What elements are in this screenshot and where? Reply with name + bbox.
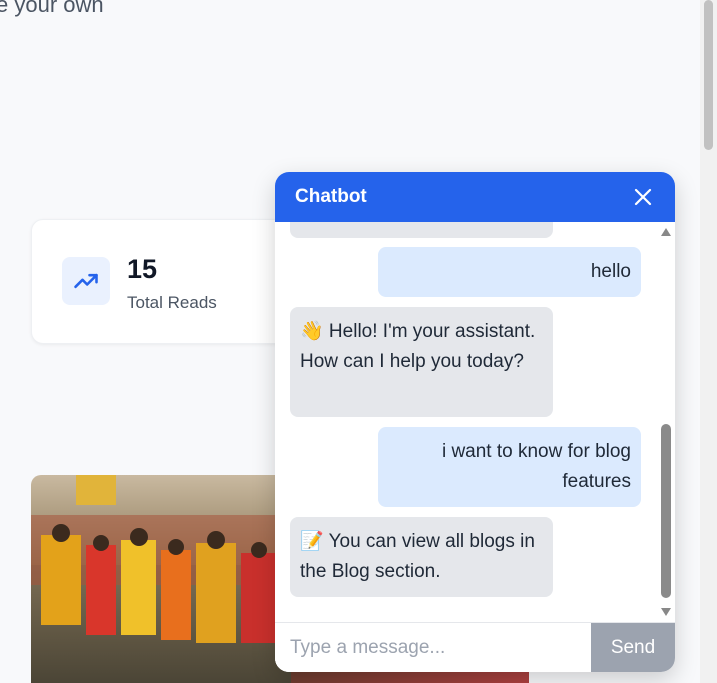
- scroll-down-arrow-icon[interactable]: [661, 608, 671, 616]
- blog-card-image[interactable]: [31, 475, 291, 683]
- chatbot-window: Chatbot hello 👋 Hello! I'm your assistan…: [275, 172, 675, 672]
- send-button[interactable]: Send: [591, 623, 675, 672]
- stat-card-total-reads: 15 Total Reads: [31, 219, 293, 344]
- user-message: i want to know for blog features: [378, 427, 641, 507]
- user-message: hello: [378, 247, 641, 297]
- page-scrollbar[interactable]: [700, 0, 717, 683]
- chat-scrollbar[interactable]: [658, 222, 674, 622]
- bot-message: 📝 You can view all blogs in the Blog sec…: [290, 517, 553, 597]
- close-icon[interactable]: [633, 187, 653, 207]
- hero-text: e your own: [0, 0, 104, 17]
- page-scroll-thumb[interactable]: [704, 0, 713, 150]
- message-input[interactable]: [275, 623, 591, 672]
- chat-scroll-thumb[interactable]: [661, 424, 671, 598]
- stat-value: 15: [127, 254, 158, 284]
- scroll-up-arrow-icon[interactable]: [661, 228, 671, 236]
- chatbot-header: Chatbot: [275, 172, 675, 222]
- chat-footer: Send: [275, 622, 675, 672]
- stat-label: Total Reads: [127, 293, 217, 312]
- trending-up-icon: [62, 257, 110, 305]
- chatbot-title: Chatbot: [295, 186, 367, 207]
- chat-messages[interactable]: hello 👋 Hello! I'm your assistant. How c…: [275, 222, 675, 622]
- bot-message: [290, 222, 553, 238]
- bot-message: 👋 Hello! I'm your assistant. How can I h…: [290, 307, 553, 417]
